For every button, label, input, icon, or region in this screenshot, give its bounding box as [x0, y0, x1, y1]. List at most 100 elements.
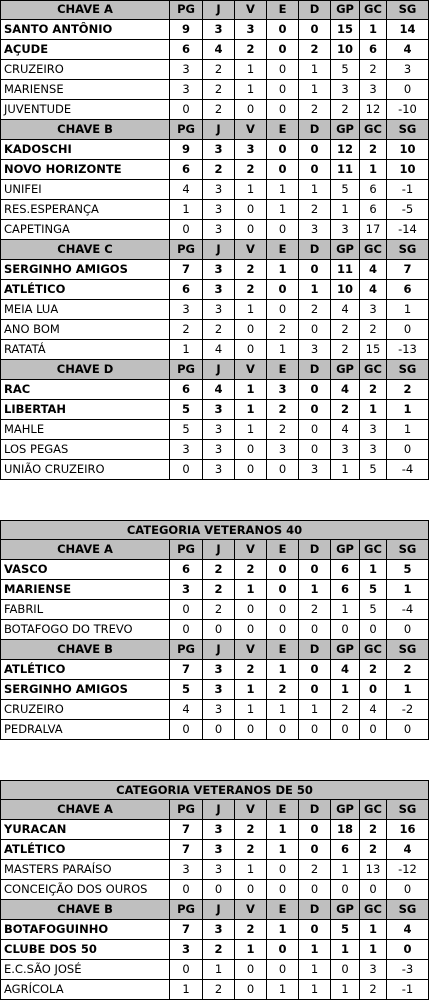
group-title: CHAVE A: [0, 800, 170, 820]
team-row: SERGINHO AMIGOS 5 3 1 2 0 1 0 1: [0, 680, 429, 700]
stat-v: 0: [235, 620, 267, 640]
stat-pg: 1: [170, 340, 203, 360]
stat-d: 2: [299, 40, 331, 60]
stat-v: 1: [235, 80, 267, 100]
stat-v: 0: [235, 440, 267, 460]
team-row: KADOSCHI 9 3 3 0 0 12 2 10: [0, 140, 429, 160]
team-row: YURACAN 7 3 2 1 0 18 2 16: [0, 820, 429, 840]
team-name: RES.ESPERANÇA: [0, 200, 170, 220]
stat-sg: -5: [387, 200, 429, 220]
team-name: PEDRALVA: [0, 720, 170, 740]
team-name: SERGINHO AMIGOS: [0, 680, 170, 700]
group-title: CHAVE B: [0, 900, 170, 920]
stat-e: 0: [267, 720, 299, 740]
stat-e: 2: [267, 400, 299, 420]
stat-pg: 5: [170, 680, 203, 700]
stat-sg: -14: [387, 220, 429, 240]
stat-v: 1: [235, 420, 267, 440]
stat-d: 0: [299, 620, 331, 640]
team-name: ANO BOM: [0, 320, 170, 340]
stat-v: 1: [235, 300, 267, 320]
stat-gp: 15: [331, 20, 360, 40]
stat-v: 3: [235, 140, 267, 160]
stat-gc: 12: [360, 100, 387, 120]
team-row: ATLÉTICO 7 3 2 1 0 4 2 2: [0, 660, 429, 680]
column-header-pg: PG: [170, 640, 203, 660]
stat-d: 0: [299, 720, 331, 740]
stat-gc: 13: [360, 860, 387, 880]
stat-sg: -10: [387, 100, 429, 120]
stat-sg: 0: [387, 440, 429, 460]
stat-gc: 6: [360, 200, 387, 220]
stat-sg: 0: [387, 880, 429, 900]
stat-e: 0: [267, 880, 299, 900]
stat-gc: 5: [360, 600, 387, 620]
column-header-pg: PG: [170, 0, 203, 20]
column-header-gc: GC: [360, 240, 387, 260]
stat-d: 1: [299, 960, 331, 980]
stat-j: 3: [203, 200, 235, 220]
column-header-v: V: [235, 360, 267, 380]
stat-j: 3: [203, 180, 235, 200]
stat-gp: 5: [331, 920, 360, 940]
stat-d: 0: [299, 160, 331, 180]
team-name: LIBERTAH: [0, 400, 170, 420]
stat-v: 1: [235, 60, 267, 80]
stat-v: 0: [235, 600, 267, 620]
stat-sg: 4: [387, 40, 429, 60]
stat-sg: -1: [387, 980, 429, 1000]
stat-sg: 0: [387, 620, 429, 640]
stat-e: 1: [267, 200, 299, 220]
stat-d: 0: [299, 320, 331, 340]
column-header-d: D: [299, 900, 331, 920]
team-name: CRUZEIRO: [0, 700, 170, 720]
team-row: MASTERS PARAÍSO 3 3 1 0 2 1 13 -12: [0, 860, 429, 880]
column-header-v: V: [235, 800, 267, 820]
stat-pg: 6: [170, 280, 203, 300]
column-header-gc: GC: [360, 640, 387, 660]
stat-d: 1: [299, 580, 331, 600]
stat-d: 0: [299, 880, 331, 900]
group-title: CHAVE B: [0, 640, 170, 660]
stat-pg: 1: [170, 200, 203, 220]
group-header-row: CHAVE B PG J V E D GP GC SG: [0, 120, 429, 140]
stat-gc: 3: [360, 960, 387, 980]
stat-gc: 6: [360, 40, 387, 60]
team-name: ATLÉTICO: [0, 840, 170, 860]
category-title: CATEGORIA VETERANOS DE 50: [0, 780, 429, 800]
team-name: LOS PEGAS: [0, 440, 170, 460]
column-header-pg: PG: [170, 900, 203, 920]
team-row: RAC 6 4 1 3 0 4 2 2: [0, 380, 429, 400]
stat-j: 3: [203, 680, 235, 700]
stat-v: 1: [235, 580, 267, 600]
stat-j: 3: [203, 460, 235, 480]
stat-gc: 2: [360, 660, 387, 680]
stat-j: 3: [203, 820, 235, 840]
column-header-e: E: [267, 900, 299, 920]
stat-sg: -1: [387, 180, 429, 200]
team-row: CAPETINGA 0 3 0 0 3 3 17 -14: [0, 220, 429, 240]
stat-sg: -3: [387, 960, 429, 980]
stat-pg: 0: [170, 720, 203, 740]
stat-d: 0: [299, 140, 331, 160]
column-header-gc: GC: [360, 900, 387, 920]
stat-v: 1: [235, 400, 267, 420]
stat-d: 0: [299, 440, 331, 460]
column-header-j: J: [203, 540, 235, 560]
stat-gc: 5: [360, 580, 387, 600]
column-header-d: D: [299, 0, 331, 20]
team-row: BOTAFOGUINHO 7 3 2 1 0 5 1 4: [0, 920, 429, 940]
team-row: VASCO 6 2 2 0 0 6 1 5: [0, 560, 429, 580]
stat-e: 2: [267, 680, 299, 700]
column-header-gc: GC: [360, 540, 387, 560]
stat-v: 0: [235, 720, 267, 740]
column-header-gp: GP: [331, 240, 360, 260]
stat-d: 0: [299, 840, 331, 860]
stat-j: 4: [203, 340, 235, 360]
stat-j: 0: [203, 720, 235, 740]
stat-e: 0: [267, 600, 299, 620]
stat-sg: 0: [387, 940, 429, 960]
column-header-e: E: [267, 120, 299, 140]
team-row: PEDRALVA 0 0 0 0 0 0 0 0: [0, 720, 429, 740]
team-row: AGRÍCOLA 1 2 0 1 1 1 2 -1: [0, 980, 429, 1000]
